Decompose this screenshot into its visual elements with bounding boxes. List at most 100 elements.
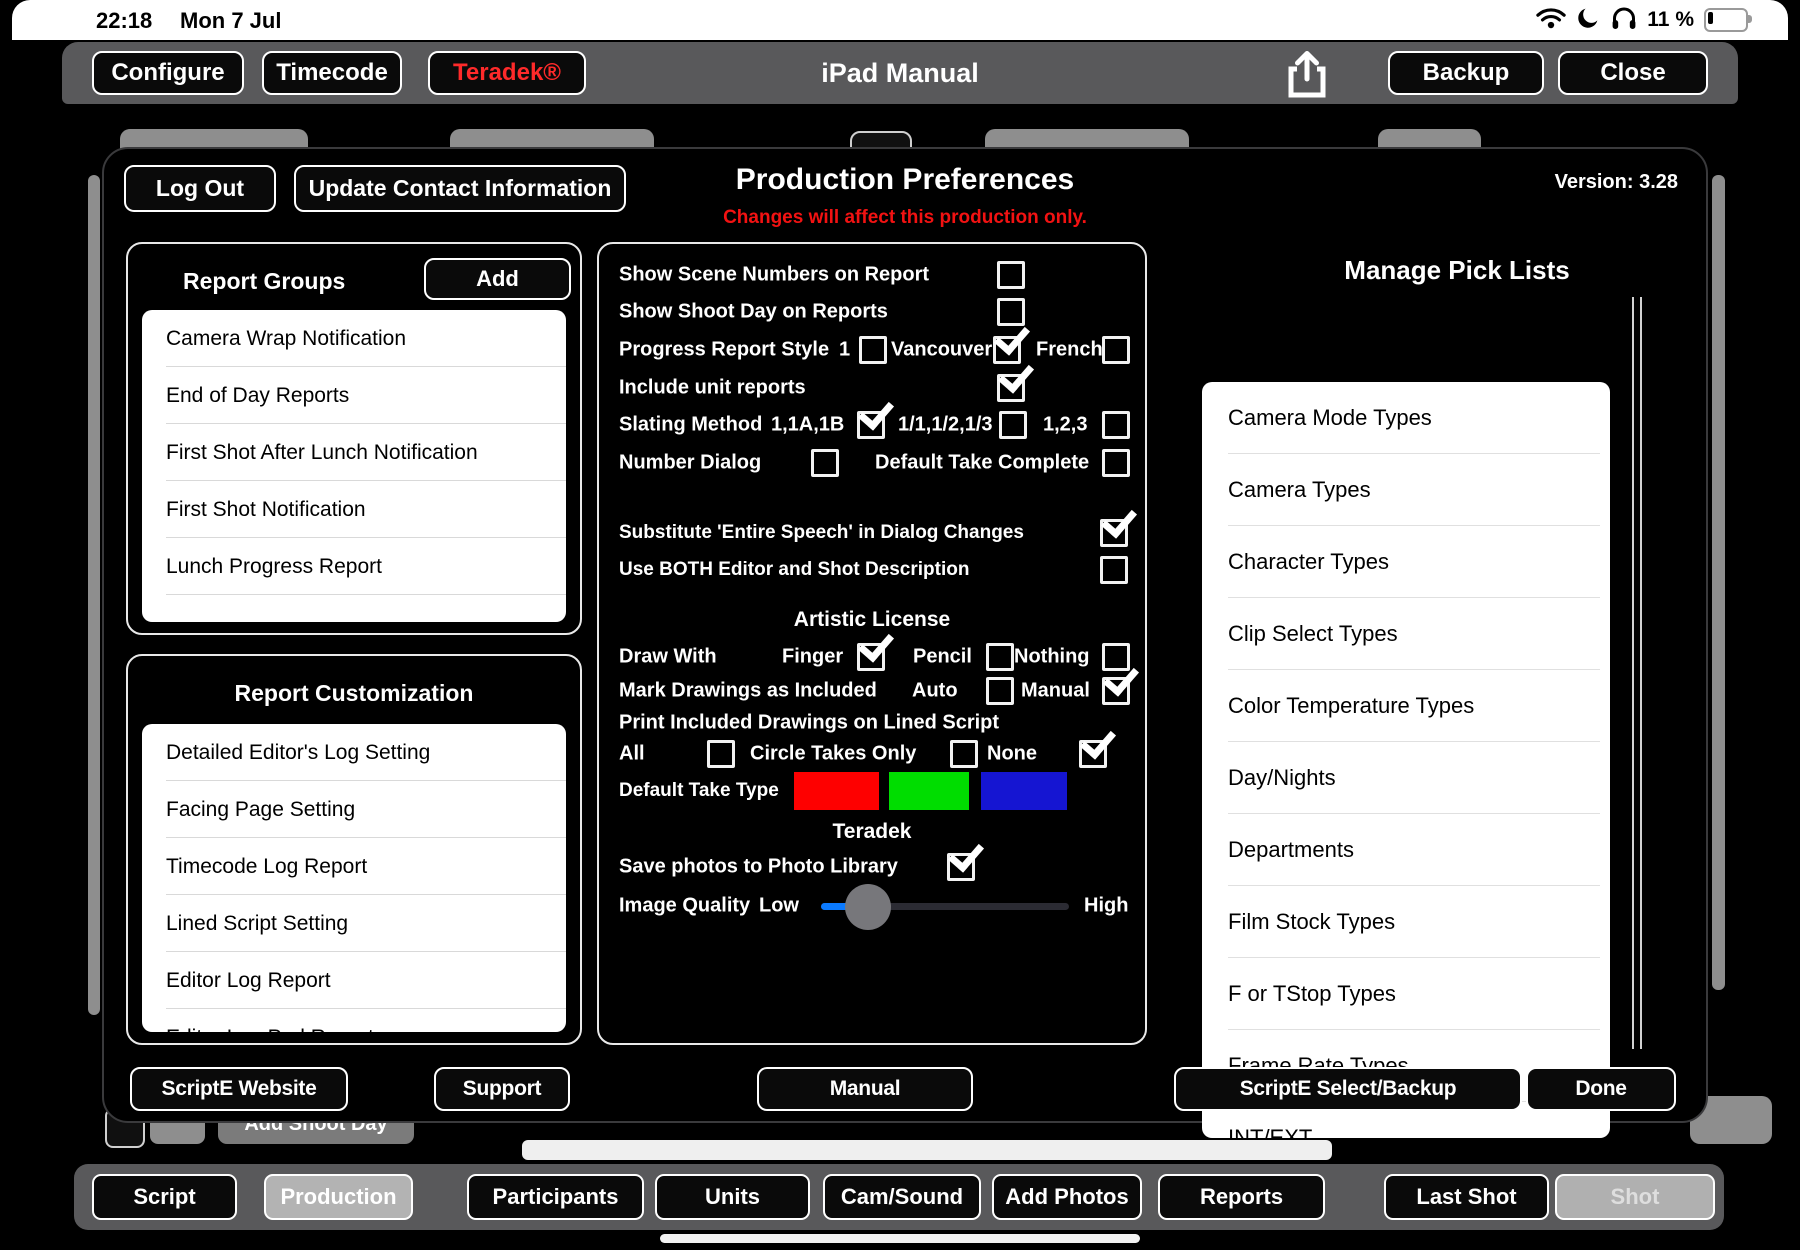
moon-icon (1576, 5, 1601, 35)
include-unit-label: Include unit reports (619, 377, 806, 400)
slating-3-checkbox[interactable] (1102, 411, 1130, 439)
scrollbar[interactable] (1632, 297, 1634, 1049)
all-checkbox[interactable] (707, 740, 735, 768)
modal-title: Production Preferences (104, 163, 1706, 197)
show-scene-checkbox[interactable] (997, 261, 1025, 289)
take-type-red-swatch[interactable] (794, 772, 879, 810)
pencil-checkbox[interactable] (986, 643, 1014, 671)
toolbar-button[interactable]: Production (264, 1174, 413, 1220)
include-unit-checkbox[interactable] (997, 374, 1025, 402)
configure-button[interactable]: Configure (92, 51, 244, 95)
battery-percent: 11 % (1647, 8, 1694, 32)
show-scene-label: Show Scene Numbers on Report (619, 264, 929, 287)
save-photos-checkbox[interactable] (947, 853, 975, 881)
number-dialog-checkbox[interactable] (811, 449, 839, 477)
report-group-item[interactable]: First Shot After Lunch Notification (142, 424, 566, 481)
slider-knob[interactable] (845, 884, 891, 930)
pick-list-item[interactable]: Departments (1202, 814, 1610, 886)
all-label: All (619, 743, 645, 766)
report-group-item[interactable]: Camera Wrap Notification (142, 310, 566, 367)
manual-checkbox[interactable] (1102, 677, 1130, 705)
take-type-green-swatch[interactable] (889, 772, 969, 810)
progress-style-1-label: 1 (839, 339, 850, 362)
toolbar-button[interactable]: Shot (1555, 1174, 1715, 1220)
report-customization-item[interactable]: Detailed Editor's Log Setting (142, 724, 566, 781)
none-checkbox[interactable] (1079, 740, 1107, 768)
manual-button[interactable]: Manual (757, 1067, 973, 1111)
share-icon[interactable] (1284, 48, 1330, 105)
report-groups-title: Report Groups (183, 268, 345, 295)
scripte-select-backup-button[interactable]: ScriptE Select/Backup (1174, 1067, 1522, 1111)
pick-list-item[interactable]: Clip Select Types (1202, 598, 1610, 670)
report-groups-list: Camera Wrap NotificationEnd of Day Repor… (142, 310, 566, 622)
headphones-icon (1611, 6, 1637, 35)
report-customization-item[interactable]: Lined Script Setting (142, 895, 566, 952)
report-customization-list: Detailed Editor's Log SettingFacing Page… (142, 724, 566, 1032)
slating-1-label: 1,1A,1B (771, 414, 844, 437)
circle-takes-checkbox[interactable] (950, 740, 978, 768)
pick-list-item[interactable]: F or TStop Types (1202, 958, 1610, 1030)
version-label: Version: 3.28 (1555, 171, 1678, 194)
report-customization-item[interactable]: Editor Log Report (142, 952, 566, 1009)
toolbar-button[interactable]: Cam/Sound (823, 1174, 981, 1220)
wifi-icon (1536, 6, 1566, 35)
timecode-button[interactable]: Timecode (262, 51, 402, 95)
use-both-checkbox[interactable] (1100, 556, 1128, 584)
pick-list-item[interactable]: Camera Mode Types (1202, 382, 1610, 454)
status-date: Mon 7 Jul (180, 8, 281, 34)
take-type-blue-swatch[interactable] (981, 772, 1067, 810)
default-take-type-label: Default Take Type (619, 780, 779, 802)
home-indicator[interactable] (660, 1234, 1140, 1243)
pick-list-item[interactable]: Camera Types (1202, 454, 1610, 526)
use-both-label: Use BOTH Editor and Shot Description (619, 559, 969, 581)
vancouver-label: Vancouver (891, 339, 992, 362)
slating-2-label: 1/1,1/2,1/3 (898, 414, 993, 437)
image-quality-high-label: High (1084, 895, 1128, 918)
finger-checkbox[interactable] (857, 643, 885, 671)
french-checkbox[interactable] (1102, 336, 1130, 364)
slating-2-checkbox[interactable] (999, 411, 1027, 439)
number-dialog-label: Number Dialog (619, 452, 761, 475)
nothing-label: Nothing (1014, 646, 1090, 669)
toolbar-button[interactable]: Script (92, 1174, 237, 1220)
close-button[interactable]: Close (1558, 51, 1708, 95)
toolbar-button[interactable]: Reports (1158, 1174, 1325, 1220)
scripte-website-button[interactable]: ScriptE Website (130, 1067, 348, 1111)
none-label: None (987, 743, 1037, 766)
manual-label: Manual (1021, 680, 1090, 703)
pick-list-item[interactable]: Character Types (1202, 526, 1610, 598)
slating-1-checkbox[interactable] (857, 411, 885, 439)
pick-list-item[interactable]: Color Temperature Types (1202, 670, 1610, 742)
auto-label: Auto (912, 680, 958, 703)
progress-style-1-checkbox[interactable] (859, 336, 887, 364)
image-quality-low-label: Low (759, 895, 799, 918)
pick-list-item[interactable]: Day/Nights (1202, 742, 1610, 814)
pick-list-item[interactable]: Film Stock Types (1202, 886, 1610, 958)
print-included-label: Print Included Drawings on Lined Script (619, 712, 999, 735)
substitute-checkbox[interactable] (1100, 519, 1128, 547)
toolbar-button[interactable]: Participants (467, 1174, 644, 1220)
pick-lists-title: Manage Pick Lists (1202, 255, 1712, 286)
backup-button[interactable]: Backup (1388, 51, 1544, 95)
toolbar-button[interactable]: Last Shot (1384, 1174, 1549, 1220)
default-take-complete-checkbox[interactable] (1102, 449, 1130, 477)
toolbar-button[interactable]: Add Photos (992, 1174, 1142, 1220)
report-group-item[interactable]: End of Day Reports (142, 367, 566, 424)
image-quality-label: Image Quality (619, 895, 750, 918)
progress-style-label: Progress Report Style (619, 339, 829, 362)
report-customization-item[interactable]: Facing Page Setting (142, 781, 566, 838)
support-button[interactable]: Support (434, 1067, 570, 1111)
done-button[interactable]: Done (1526, 1067, 1676, 1111)
image-quality-slider[interactable] (821, 903, 1069, 910)
slating-method-label: Slating Method (619, 414, 762, 437)
teradek-button[interactable]: Teradek® (428, 51, 586, 95)
add-report-group-button[interactable]: Add (424, 258, 571, 300)
pick-lists-section: Manage Pick Lists Camera Mode TypesCamer… (1202, 242, 1712, 1045)
substitute-label: Substitute 'Entire Speech' in Dialog Cha… (619, 522, 1024, 544)
report-group-item[interactable]: Lunch Progress Report (142, 538, 566, 595)
auto-checkbox[interactable] (986, 677, 1014, 705)
report-customization-item[interactable]: Timecode Log Report (142, 838, 566, 895)
report-customization-item[interactable]: Editor Log Pad Report (142, 1009, 566, 1032)
toolbar-button[interactable]: Units (655, 1174, 810, 1220)
report-group-item[interactable]: First Shot Notification (142, 481, 566, 538)
